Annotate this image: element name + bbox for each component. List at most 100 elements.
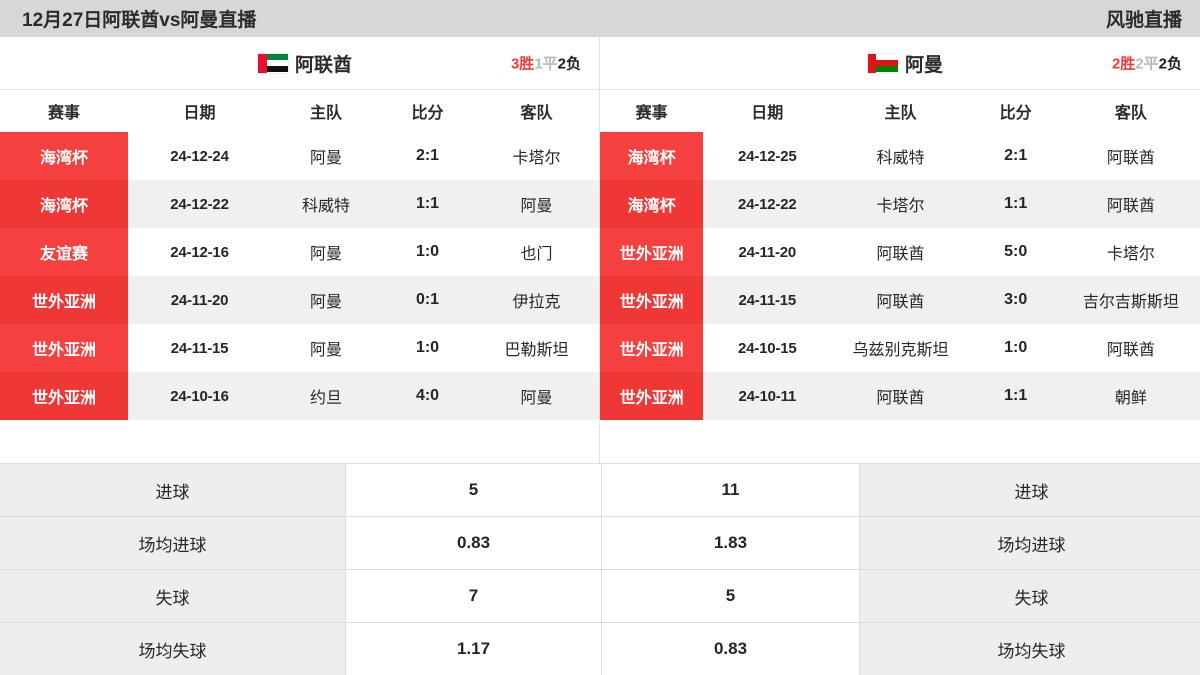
right-record-draw: 2平: [1135, 55, 1159, 73]
right-team-name: 阿曼: [904, 54, 943, 76]
right-record-loss: 2负: [1158, 55, 1182, 73]
left-col-date: 日期: [128, 90, 271, 132]
match-date: 24-11-15: [703, 276, 832, 324]
home-team: 卡塔尔: [831, 180, 970, 228]
league-badge: 世外亚洲: [0, 372, 128, 420]
right-team-header: 阿曼 2胜2平2负: [600, 37, 1200, 90]
table-row[interactable]: 世外亚洲 24-11-20 阿联酋 5:0 卡塔尔: [600, 228, 1200, 276]
right-col-score: 比分: [969, 90, 1062, 132]
stat-left-value: 1.17: [345, 622, 602, 675]
stat-right-value: 5: [601, 569, 860, 623]
away-team: 阿联酋: [1061, 132, 1200, 180]
match-score: 4:0: [381, 372, 474, 420]
table-row[interactable]: 世外亚洲 24-10-11 阿联酋 1:1 朝鲜: [600, 372, 1200, 420]
table-row[interactable]: 世外亚洲 24-11-20 阿曼 0:1 伊拉克: [0, 276, 599, 324]
left-col-home: 主队: [271, 90, 381, 132]
stat-left-label: 失球: [0, 569, 346, 623]
left-team-header: 阿联酋 3胜1平2负: [0, 37, 599, 90]
table-row[interactable]: 世外亚洲 24-10-15 乌兹别克斯坦 1:0 阿联酋: [600, 324, 1200, 372]
away-team: 阿曼: [474, 372, 599, 420]
stat-left-label: 进球: [0, 463, 346, 517]
table-row[interactable]: 世外亚洲 24-10-16 约旦 4:0 阿曼: [0, 372, 599, 420]
right-col-home: 主队: [831, 90, 970, 132]
table-row[interactable]: 海湾杯 24-12-25 科威特 2:1 阿联酋: [600, 132, 1200, 180]
flag-oman-icon: [866, 52, 899, 74]
match-date: 24-12-22: [128, 180, 271, 228]
league-badge: 友谊赛: [0, 228, 128, 276]
right-match-table: 赛事 日期 主队 比分 客队 海湾杯 24-12-25 科威特 2:1 阿联酋 …: [600, 90, 1200, 420]
away-team: 阿联酋: [1061, 180, 1200, 228]
stat-left-value: 7: [345, 569, 602, 623]
match-date: 24-10-16: [128, 372, 271, 420]
match-score: 1:1: [969, 180, 1062, 228]
home-team: 阿联酋: [831, 276, 970, 324]
league-badge: 世外亚洲: [0, 276, 128, 324]
stat-right-label: 进球: [859, 463, 1200, 517]
page-title: 12月27日阿联酋vs阿曼直播: [22, 10, 257, 31]
away-team: 吉尔吉斯斯坦: [1061, 276, 1200, 324]
right-col-date: 日期: [703, 90, 832, 132]
match-date: 24-10-15: [703, 324, 832, 372]
match-date: 24-12-22: [703, 180, 832, 228]
away-team: 也门: [474, 228, 599, 276]
league-badge: 世外亚洲: [600, 276, 704, 324]
table-row[interactable]: 世外亚洲 24-11-15 阿联酋 3:0 吉尔吉斯斯坦: [600, 276, 1200, 324]
stats-row: 进球 5 11 进球: [0, 463, 1200, 517]
stats-comparison-table: 进球 5 11 进球 场均进球 0.83 1.83 场均进球 失球 7 5 失球…: [0, 463, 1200, 675]
right-table-header-row: 赛事 日期 主队 比分 客队: [600, 90, 1200, 132]
stats-row: 场均进球 0.83 1.83 场均进球: [0, 516, 1200, 570]
stat-left-label: 场均失球: [0, 622, 346, 675]
match-date: 24-10-11: [703, 372, 832, 420]
stat-left-value: 5: [345, 463, 602, 517]
left-match-table: 赛事 日期 主队 比分 客队 海湾杯 24-12-24 阿曼 2:1 卡塔尔 海…: [0, 90, 599, 420]
match-score: 1:1: [381, 180, 474, 228]
table-row[interactable]: 海湾杯 24-12-22 科威特 1:1 阿曼: [0, 180, 599, 228]
match-score: 5:0: [969, 228, 1062, 276]
left-table-body: 海湾杯 24-12-24 阿曼 2:1 卡塔尔 海湾杯 24-12-22 科威特…: [0, 132, 599, 420]
right-col-away: 客队: [1061, 90, 1200, 132]
home-team: 阿曼: [271, 324, 381, 372]
match-score: 1:0: [381, 324, 474, 372]
table-row[interactable]: 世外亚洲 24-11-15 阿曼 1:0 巴勒斯坦: [0, 324, 599, 372]
left-team-identity: 阿联酋: [0, 50, 599, 77]
title-bar: 12月27日阿联酋vs阿曼直播 风驰直播: [0, 0, 1200, 37]
league-badge: 世外亚洲: [600, 228, 704, 276]
home-team: 阿曼: [271, 276, 381, 324]
home-team: 科威特: [831, 132, 970, 180]
left-table-header-row: 赛事 日期 主队 比分 客队: [0, 90, 599, 132]
match-score: 0:1: [381, 276, 474, 324]
site-brand: 风驰直播: [1105, 10, 1182, 31]
table-row[interactable]: 海湾杯 24-12-22 卡塔尔 1:1 阿联酋: [600, 180, 1200, 228]
right-col-league: 赛事: [600, 90, 704, 132]
panels-container: 阿联酋 3胜1平2负 赛事 日期 主队 比分 客队 海湾杯 24-12-24 阿…: [0, 37, 1200, 463]
stat-left-value: 0.83: [345, 516, 602, 570]
stat-right-label: 场均失球: [859, 622, 1200, 675]
match-date: 24-12-25: [703, 132, 832, 180]
left-record-loss: 2负: [557, 55, 581, 73]
league-badge: 世外亚洲: [600, 372, 704, 420]
left-team-name: 阿联酋: [294, 54, 352, 76]
stats-row: 失球 7 5 失球: [0, 569, 1200, 623]
league-badge: 海湾杯: [0, 180, 128, 228]
league-badge: 海湾杯: [600, 180, 704, 228]
left-team-record: 3胜1平2负: [511, 53, 581, 74]
right-team-record: 2胜2平2负: [1112, 53, 1182, 74]
stat-right-label: 失球: [859, 569, 1200, 623]
league-badge: 世外亚洲: [600, 324, 704, 372]
away-team: 卡塔尔: [474, 132, 599, 180]
left-col-away: 客队: [474, 90, 599, 132]
match-score: 3:0: [969, 276, 1062, 324]
table-row[interactable]: 海湾杯 24-12-24 阿曼 2:1 卡塔尔: [0, 132, 599, 180]
stat-right-label: 场均进球: [859, 516, 1200, 570]
match-score: 1:1: [969, 372, 1062, 420]
match-score: 1:0: [381, 228, 474, 276]
league-badge: 海湾杯: [600, 132, 704, 180]
home-team: 阿联酋: [831, 228, 970, 276]
right-table-body: 海湾杯 24-12-25 科威特 2:1 阿联酋 海湾杯 24-12-22 卡塔…: [600, 132, 1200, 420]
left-col-score: 比分: [381, 90, 474, 132]
home-team: 阿曼: [271, 132, 381, 180]
stat-right-value: 1.83: [601, 516, 860, 570]
stat-right-value: 11: [601, 463, 860, 517]
away-team: 阿曼: [474, 180, 599, 228]
table-row[interactable]: 友谊赛 24-12-16 阿曼 1:0 也门: [0, 228, 599, 276]
